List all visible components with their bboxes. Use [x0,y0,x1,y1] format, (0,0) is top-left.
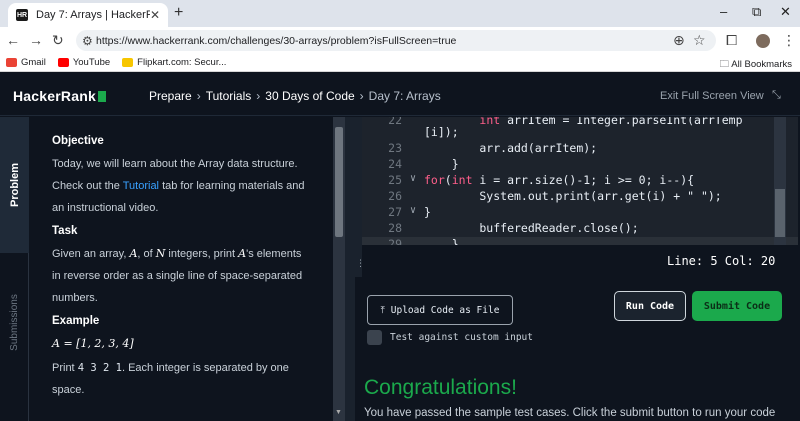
scroll-down-icon[interactable]: ▼ [335,409,342,416]
line-number: 24 [388,157,402,171]
extensions-icon[interactable]: ⧠ [726,32,737,49]
flipkart-icon [122,58,134,67]
line-number: 26 [388,189,402,203]
line-number: 27 [388,205,402,219]
bookmark-flipkart[interactable]: Flipkart.com: Secur... [122,57,226,68]
custom-input-toggle[interactable]: Test against custom input [367,330,533,345]
fold-chevron-icon[interactable]: ∨ [410,173,416,184]
chevron-right-icon: › [359,89,364,103]
profile-avatar[interactable] [756,34,770,48]
task-text: Given an array, A, of N integers, print … [52,247,303,304]
code-editor[interactable]: 22 int arrItem = Integer.parseInt(arrTem… [362,117,798,245]
tutorial-link[interactable]: Tutorial [123,180,159,192]
code-line[interactable]: 28 bufferedReader.close(); [362,221,798,237]
scrollbar-thumb[interactable] [335,127,343,237]
logo-block-icon [97,91,106,102]
upload-code-button[interactable]: ⤒ Upload Code as File [367,295,513,325]
upload-icon: ⤒ [380,304,385,316]
code-text: } [424,157,459,171]
all-bookmarks[interactable]: 🗀 All Bookmarks [720,57,792,73]
back-icon[interactable]: ← [6,32,20,48]
result-message: You have passed the sample test cases. C… [364,407,776,419]
example-equation: A = [1, 2, 3, 4] [52,337,134,350]
editor-status-bar: Line: 5 Col: 20 [362,245,798,276]
example-heading: Example [52,315,100,327]
code-text: System.out.print(arr.get(i) + " "); [424,189,722,203]
forward-icon[interactable]: → [29,32,43,48]
congrats-heading: Congratulations! [364,376,517,399]
code-line[interactable]: 23 arr.add(arrItem); [362,141,798,157]
line-number: 23 [388,141,402,155]
address-bar: ← → ↻ ⚙ https://www.hackerrank.com/chall… [0,27,800,54]
problem-scrollbar[interactable]: ▼ [333,117,345,421]
youtube-icon [57,58,69,67]
breadcrumb-30-days[interactable]: 30 Days of Code [265,89,354,103]
code-text: for(int i = arr.size()-1; i >= 0; i--){ [424,173,695,187]
folder-icon: 🗀 [719,59,732,70]
line-number: 25 [388,173,402,187]
hackerrank-favicon-icon: HR [16,9,28,21]
bookmark-star-icon[interactable]: ☆ [693,32,706,49]
custom-input-checkbox[interactable] [367,330,382,345]
url-text: https://www.hackerrank.com/challenges/30… [96,34,457,47]
line-number: 29 [388,237,402,245]
close-window-icon[interactable]: ✕ [780,4,791,20]
editor-scrollbar[interactable] [774,117,786,245]
tab-close-icon[interactable]: ✕ [150,8,160,22]
code-text: } [424,205,431,219]
custom-input-label: Test against custom input [390,332,533,343]
side-tab-rail: Problem Submissions [0,117,29,421]
restore-icon[interactable]: ⧉ [752,4,761,20]
tab-submissions[interactable]: Submissions [0,257,29,387]
exit-fullscreen-link[interactable]: Exit Full Screen View [660,90,764,102]
example-text: A = [1, 2, 3, 4] Print 4 3 2 1. Each int… [52,333,311,401]
cursor-position: Line: 5 Col: 20 [667,254,776,268]
breadcrumb-tutorials[interactable]: Tutorials [206,89,252,103]
code-line[interactable]: 27 ∨} [362,205,798,221]
code-text: arr.add(arrItem); [424,141,598,155]
code-line[interactable]: 24 } [362,157,798,173]
breadcrumb-current: Day 7: Arrays [368,89,441,103]
menu-dots-icon[interactable]: ⋮ [782,32,796,49]
problem-panel: Objective Today, we will learn about the… [30,117,333,421]
code-line[interactable]: 25 ∨ for(int i = arr.size()-1; i >= 0; i--… [362,173,798,189]
hackerrank-header: HackerRank Prepare › Tutorials › 30 Days… [0,72,800,116]
bookmark-youtube[interactable]: YouTube [57,57,110,68]
objective-heading: Objective [52,135,104,147]
chevron-right-icon: › [256,89,261,103]
reload-icon[interactable]: ↻ [52,32,64,49]
tab-problem[interactable]: Problem [0,117,29,253]
submit-code-button[interactable]: Submit Code [692,291,782,321]
code-text: [i]); [424,125,459,139]
site-info-icon[interactable]: ⚙ [82,34,93,48]
breadcrumb: Prepare › Tutorials › 30 Days of Code › … [149,89,441,103]
bookmark-gmail[interactable]: Gmail [6,57,46,68]
code-text: } [424,237,459,245]
new-tab-icon[interactable]: + [174,4,183,22]
breadcrumb-prepare[interactable]: Prepare [149,89,192,103]
editor-scrollbar-thumb[interactable] [775,189,785,237]
chevron-right-icon: › [196,89,201,103]
gmail-icon [6,58,17,67]
fold-chevron-icon[interactable]: ∨ [410,205,416,216]
zoom-icon[interactable]: ⊕ [673,32,685,49]
objective-text: Today, we will learn about the Array dat… [52,158,305,214]
code-text: bufferedReader.close(); [424,221,639,235]
code-line[interactable]: [i]); [362,125,798,141]
minimize-icon[interactable]: – [720,4,727,19]
url-field[interactable]: ⚙ https://www.hackerrank.com/challenges/… [76,30,716,51]
run-code-button[interactable]: Run Code [614,291,686,321]
browser-tab[interactable]: HR Day 7: Arrays | HackerRank ✕ [8,3,168,27]
browser-tab-bar: HR Day 7: Arrays | HackerRank ✕ + – ⧉ ✕ [0,0,800,27]
actions-panel: ⤒ Upload Code as File Run Code Submit Co… [355,277,800,421]
tab-title: Day 7: Arrays | HackerRank [36,9,150,21]
line-number: 28 [388,221,402,235]
hackerrank-logo[interactable]: HackerRank [13,88,106,104]
collapse-icon[interactable]: ⤡ [772,89,781,102]
code-line[interactable]: 26 System.out.print(arr.get(i) + " "); [362,189,798,205]
code-line[interactable]: 29 } [362,237,798,245]
bookmarks-bar: Gmail YouTube Flipkart.com: Secur... 🗀 A… [0,54,800,72]
task-heading: Task [52,225,78,237]
